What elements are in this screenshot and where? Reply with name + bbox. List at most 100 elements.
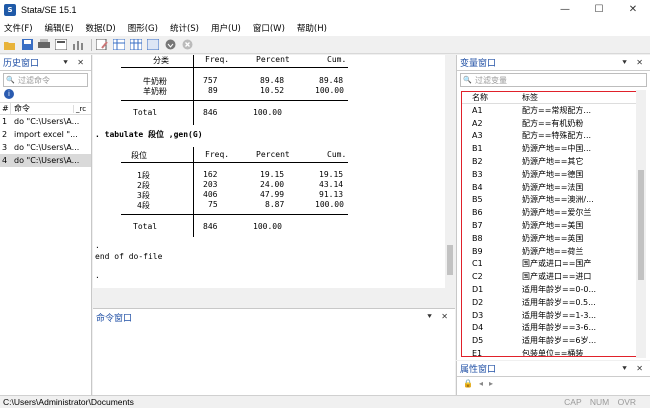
scrollbar-thumb[interactable]: [638, 170, 644, 280]
variables-table: 名称 标签 A1 配方==常规配方... A2 配方==有机奶粉 A3 配方==特殊配方.…: [461, 91, 645, 357]
variable-name: B2: [472, 157, 483, 167]
history-row[interactable]: 3 do "C:\Users\A...: [0, 141, 91, 154]
variable-row[interactable]: B9 奶源产地==荷兰: [462, 245, 644, 258]
info-icon[interactable]: i: [4, 89, 14, 99]
variable-name: D2: [472, 297, 484, 307]
save-icon[interactable]: [20, 38, 34, 51]
variable-row[interactable]: E1 包装单位==桶装: [462, 347, 644, 356]
variable-label: 奶源产地==德国: [522, 169, 584, 179]
history-row-num: 3: [2, 143, 8, 152]
variable-row[interactable]: A2 配方==有机奶粉: [462, 117, 644, 130]
variable-name: B4: [472, 182, 483, 192]
lock-icon[interactable]: 🔒: [463, 379, 473, 388]
menu-help[interactable]: 帮助(H): [297, 22, 327, 34]
variable-row[interactable]: C2 国产或进口==进口: [462, 270, 644, 283]
variables-manager-icon[interactable]: [146, 38, 160, 51]
more-icon[interactable]: [163, 38, 177, 51]
menu-user[interactable]: 用户(U): [211, 22, 241, 34]
t2-total-pct: 100.00: [253, 222, 282, 231]
break-icon[interactable]: [180, 38, 194, 51]
variable-row[interactable]: D3 适用年龄岁==1-3...: [462, 309, 644, 322]
t1-header-cum: Cum.: [327, 55, 347, 64]
variable-name: D4: [472, 323, 484, 333]
log-icon[interactable]: [54, 38, 68, 51]
table-rule: [193, 147, 194, 237]
maximize-button[interactable]: ☐: [582, 0, 616, 19]
menu-statistics[interactable]: 统计(S): [170, 22, 199, 34]
minimize-button[interactable]: —: [548, 0, 582, 19]
variable-label: 适用年龄岁==0.5...: [522, 297, 596, 307]
variable-row[interactable]: B3 奶源产地==德国: [462, 168, 644, 181]
variable-label: 奶源产地==荷兰: [522, 246, 584, 256]
t2-header-freq: Freq.: [205, 150, 230, 159]
scrollbar-thumb[interactable]: [447, 245, 453, 275]
variables-filter-input[interactable]: 🔍 过滤变量: [460, 73, 647, 87]
variable-row[interactable]: D2 适用年龄岁==0.5...: [462, 296, 644, 309]
variable-row[interactable]: D5 适用年龄岁==6岁...: [462, 334, 644, 347]
variable-label: 国产或进口==进口: [522, 272, 592, 282]
variable-row[interactable]: A3 配方==特殊配方...: [462, 130, 644, 143]
variable-name: B5: [472, 195, 483, 205]
command-panel[interactable]: 命令窗口 ⯆ ✕: [93, 308, 455, 395]
panel-controls-icon[interactable]: ⯆ ✕: [621, 58, 646, 68]
menu-graphics[interactable]: 图形(G): [128, 22, 158, 34]
t1-header-freq: Freq.: [205, 55, 230, 64]
variable-name: C2: [472, 272, 483, 282]
variable-label: 适用年龄岁==0-0...: [522, 285, 597, 295]
variable-row[interactable]: D1 适用年龄岁==0-0...: [462, 283, 644, 296]
variable-row[interactable]: D4 适用年龄岁==3-6...: [462, 322, 644, 335]
do-file-editor-icon[interactable]: [95, 38, 109, 51]
menu-edit[interactable]: 编辑(E): [45, 22, 74, 34]
variable-name: D3: [472, 310, 484, 320]
menu-data[interactable]: 数据(D): [86, 22, 116, 34]
variable-row[interactable]: B4 奶源产地==法国: [462, 181, 644, 194]
data-editor-icon[interactable]: [112, 38, 126, 51]
variables-table-header: 名称 标签: [462, 92, 644, 104]
variable-name: B1: [472, 144, 483, 154]
t2-header-var: 段位: [131, 151, 147, 160]
t1-row-pct: 10.52: [260, 86, 285, 95]
toolbar: [0, 36, 650, 54]
variable-name: A3: [472, 131, 483, 141]
variables-filter-placeholder: 过滤变量: [475, 75, 507, 85]
menu-file[interactable]: 文件(F): [4, 22, 33, 34]
results-horizontal-scrollbar[interactable]: [93, 288, 445, 298]
history-row-selected[interactable]: 4 do "C:\Users\A...: [0, 154, 91, 167]
menu-window[interactable]: 窗口(W): [253, 22, 285, 34]
variable-row[interactable]: B6 奶源产地==爱尔兰: [462, 206, 644, 219]
history-row[interactable]: 2 import excel "...: [0, 128, 91, 141]
variable-row[interactable]: B7 奶源产地==美国: [462, 219, 644, 232]
history-filter-input[interactable]: 🔍 过滤命令: [3, 73, 88, 87]
results-vertical-scrollbar[interactable]: [445, 55, 455, 298]
variable-row[interactable]: B5 奶源产地==澳洲/...: [462, 194, 644, 207]
variable-name: B3: [472, 169, 483, 179]
panel-controls-icon[interactable]: ⯆ ✕: [621, 364, 646, 374]
variable-row[interactable]: B8 奶源产地==英国: [462, 232, 644, 245]
variables-vertical-scrollbar[interactable]: [636, 90, 646, 358]
variable-row[interactable]: C1 国产或进口==国产: [462, 258, 644, 271]
variable-row[interactable]: B1 奶源产地==中国...: [462, 142, 644, 155]
t2-row-cum: 43.14: [319, 180, 344, 189]
panel-controls-icon[interactable]: ⯆ ✕: [62, 58, 87, 68]
t1-row-cum: 89.48: [319, 76, 344, 85]
variable-row[interactable]: B2 奶源产地==其它: [462, 155, 644, 168]
variable-label: 奶源产地==英国: [522, 233, 584, 243]
variable-row[interactable]: A1 配方==常规配方...: [462, 104, 644, 117]
close-button[interactable]: ✕: [616, 0, 650, 19]
history-row[interactable]: 1 do "C:\Users\A...: [0, 115, 91, 128]
print-icon[interactable]: [37, 38, 51, 51]
table-rule: [193, 214, 348, 215]
results-command-line: . tabulate 段位 ,gen(G): [95, 130, 203, 139]
window-title: Stata/SE 15.1: [21, 4, 77, 15]
open-folder-icon[interactable]: [3, 38, 17, 51]
graph-icon[interactable]: [71, 38, 85, 51]
panel-controls-icon[interactable]: ⯆ ✕: [426, 312, 451, 322]
forward-arrow-icon[interactable]: ▸: [489, 379, 493, 388]
t1-row-pct: 89.48: [260, 76, 285, 85]
results-end-text: end of do-file: [95, 252, 163, 261]
back-arrow-icon[interactable]: ◂: [479, 379, 483, 388]
toolbar-separator: [91, 38, 92, 51]
data-browser-icon[interactable]: [129, 38, 143, 51]
t2-row-pct: 47.99: [260, 190, 285, 199]
variable-label: 适用年龄岁==1-3...: [522, 310, 597, 320]
